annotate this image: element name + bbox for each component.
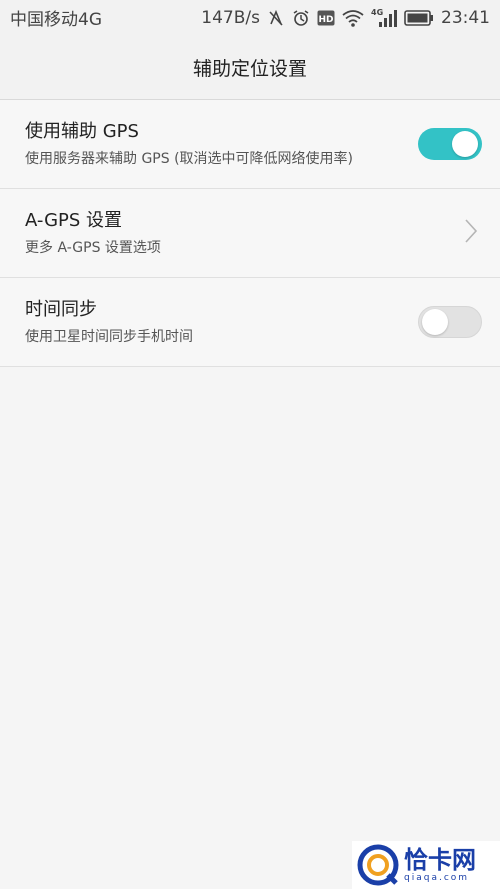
setting-subtitle: 更多 A-GPS 设置选项 xyxy=(25,240,161,256)
setting-texts: A-GPS 设置 更多 A-GPS 设置选项 xyxy=(25,209,161,257)
status-bar: 中国移动4G 147B/s HD 4G 23:41 xyxy=(0,0,500,35)
hd-icon: HD xyxy=(317,10,335,26)
toggle-knob xyxy=(422,309,448,335)
setting-title: 使用辅助 GPS xyxy=(25,121,139,142)
battery-icon xyxy=(404,9,434,26)
assisted-gps-toggle[interactable] xyxy=(418,128,482,160)
setting-subtitle: 使用服务器来辅助 GPS (取消选中可降低网络使用率) xyxy=(25,151,354,167)
setting-title: 时间同步 xyxy=(25,299,97,320)
settings-list: 使用辅助 GPS 使用服务器来辅助 GPS (取消选中可降低网络使用率) A-G… xyxy=(0,100,500,367)
setting-agps-settings[interactable]: A-GPS 设置 更多 A-GPS 设置选项 xyxy=(0,189,500,278)
setting-title: A-GPS 设置 xyxy=(25,210,123,231)
time-sync-toggle[interactable] xyxy=(418,306,482,338)
setting-subtitle: 使用卫星时间同步手机时间 xyxy=(25,329,193,345)
watermark-texts: 恰卡网 qiaqa.com xyxy=(404,847,476,883)
setting-texts: 时间同步 使用卫星时间同步手机时间 xyxy=(25,298,193,346)
setting-texts: 使用辅助 GPS 使用服务器来辅助 GPS (取消选中可降低网络使用率) xyxy=(25,120,353,168)
watermark-name: 恰卡网 xyxy=(404,846,476,874)
watermark: 恰卡网 qiaqa.com xyxy=(352,841,500,889)
status-indicators: 147B/s HD 4G 23:41 xyxy=(201,8,490,28)
screen: 中国移动4G 147B/s HD 4G 23:41 辅助定位设置 使用辅助 GP… xyxy=(0,0,500,889)
page-title: 辅助定位设置 xyxy=(192,57,307,80)
watermark-logo-icon xyxy=(357,844,399,886)
chevron-right-icon xyxy=(464,218,482,248)
carrier-label: 中国移动4G xyxy=(10,10,102,30)
setting-assisted-gps[interactable]: 使用辅助 GPS 使用服务器来辅助 GPS (取消选中可降低网络使用率) xyxy=(0,100,500,189)
clock: 23:41 xyxy=(441,7,490,28)
toggle-knob xyxy=(452,131,478,157)
signal-icon: 4G xyxy=(371,8,397,28)
watermark-domain: qiaqa.com xyxy=(404,873,470,883)
wifi-icon xyxy=(342,9,364,27)
svg-text:HD: HD xyxy=(318,15,333,25)
title-bar: 辅助定位设置 xyxy=(0,35,500,100)
alarm-icon xyxy=(292,9,310,27)
network-speed: 147B/s xyxy=(201,7,260,28)
setting-time-sync[interactable]: 时间同步 使用卫星时间同步手机时间 xyxy=(0,278,500,367)
vibrate-icon xyxy=(267,9,285,27)
svg-text:4G: 4G xyxy=(371,8,383,17)
